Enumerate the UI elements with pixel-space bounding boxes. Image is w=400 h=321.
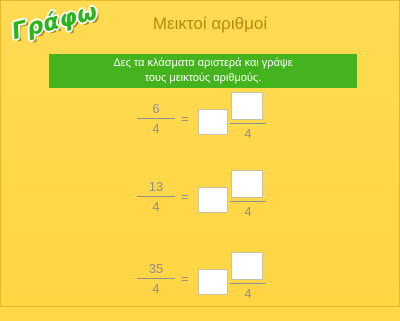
mixed-fraction-bar: [230, 123, 266, 124]
fraction-numerator: 13: [148, 179, 164, 194]
problem-row-1: 6 4 = 4: [1, 92, 400, 161]
problem-row-2: 13 4 = 4: [1, 170, 400, 239]
fraction-bar: [137, 278, 175, 279]
fraction-bar: [137, 196, 175, 197]
mixed-fraction-bar: [230, 201, 266, 202]
mixed-numerator-input[interactable]: [231, 252, 263, 280]
instruction-line-2: τους μεικτούς αριθμούς.: [144, 72, 262, 84]
fraction-numerator: 35: [148, 261, 164, 276]
whole-number-input[interactable]: [198, 109, 228, 135]
mixed-denominator: 4: [244, 286, 252, 301]
equals-sign: =: [181, 271, 189, 286]
whole-number-input[interactable]: [198, 269, 228, 295]
fraction-numerator: 6: [152, 101, 160, 116]
fraction-denominator: 4: [152, 281, 160, 296]
mixed-numerator-input[interactable]: [231, 170, 263, 198]
fraction-denominator: 4: [152, 121, 160, 136]
instruction-banner: Δες τα κλάσματα αριστερά και γράψε τους …: [49, 54, 357, 88]
mixed-fraction-bar: [230, 283, 266, 284]
equals-sign: =: [181, 111, 189, 126]
mixed-denominator: 4: [244, 126, 252, 141]
activity-frame: Γράφω Μεικτοί αριθμοί Δες τα κλάσματα αρ…: [0, 0, 400, 307]
fraction-bar: [137, 118, 175, 119]
mixed-numerator-input[interactable]: [231, 92, 263, 120]
mixed-denominator: 4: [244, 204, 252, 219]
page-title: Μεικτοί αριθμοί: [152, 14, 268, 33]
instruction-line-1: Δες τα κλάσματα αριστερά και γράψε: [113, 57, 293, 69]
equals-sign: =: [181, 189, 189, 204]
fraction-denominator: 4: [152, 199, 160, 214]
whole-number-input[interactable]: [198, 187, 228, 213]
problem-row-3: 35 4 = 4: [1, 252, 400, 321]
